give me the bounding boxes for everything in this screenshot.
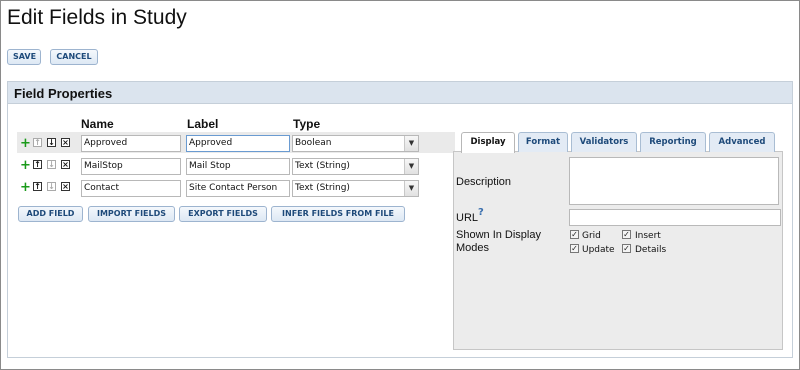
description-textarea[interactable] <box>569 157 779 205</box>
field-type-select[interactable]: Text (String) ▼ <box>292 180 419 197</box>
export-fields-button[interactable]: EXPORT FIELDS <box>179 206 267 222</box>
checkmark-icon: ✓ <box>571 230 578 239</box>
arrow-down-icon[interactable]: ↓ <box>47 138 56 147</box>
update-label: Update <box>582 245 615 255</box>
arrow-up-icon[interactable]: ↑ <box>33 182 42 191</box>
arrow-down-icon: ↓ <box>47 182 56 191</box>
field-label-input[interactable]: Approved <box>186 135 290 152</box>
chevron-down-icon[interactable]: ▼ <box>404 181 418 196</box>
field-type-select[interactable]: Text (String) ▼ <box>292 158 419 175</box>
help-icon[interactable]: ? <box>478 207 484 218</box>
grid-label: Grid <box>582 231 601 241</box>
checkmark-icon: ✓ <box>623 230 630 239</box>
tab-format[interactable]: Format <box>518 132 568 152</box>
insert-label: Insert <box>635 231 661 241</box>
tab-advanced[interactable]: Advanced <box>709 132 775 152</box>
modes-label: Modes <box>456 242 490 254</box>
arrow-up-icon[interactable]: ↑ <box>33 160 42 169</box>
field-name-input[interactable]: Approved <box>81 135 181 152</box>
details-checkbox[interactable]: ✓ <box>622 244 631 253</box>
close-icon[interactable]: × <box>61 160 70 169</box>
column-header-label: Label <box>187 117 219 131</box>
panel-header: Field Properties <box>8 82 792 104</box>
save-button[interactable]: SAVE <box>7 49 41 65</box>
insert-checkbox[interactable]: ✓ <box>622 230 631 239</box>
chevron-down-icon[interactable]: ▼ <box>404 136 418 151</box>
field-type-value: Text (String) <box>295 183 350 193</box>
shown-in-display-label: Shown In Display <box>456 229 541 241</box>
panel-title: Field Properties <box>14 86 113 101</box>
field-label-input[interactable]: Mail Stop <box>186 158 290 175</box>
checkmark-icon: ✓ <box>571 244 578 253</box>
field-type-value: Boolean <box>295 138 332 148</box>
arrow-up-icon: ↑ <box>33 138 42 147</box>
url-input[interactable] <box>569 209 781 226</box>
column-header-name: Name <box>81 117 114 131</box>
import-fields-button[interactable]: IMPORT FIELDS <box>88 206 175 222</box>
tab-display[interactable]: Display <box>461 132 515 153</box>
arrow-down-icon: ↓ <box>47 160 56 169</box>
plus-icon[interactable]: + <box>20 159 31 172</box>
plus-icon[interactable]: + <box>20 181 31 194</box>
url-label: URL <box>456 212 479 224</box>
tab-validators[interactable]: Validators <box>571 132 637 152</box>
tab-reporting[interactable]: Reporting <box>640 132 706 152</box>
field-type-select[interactable]: Boolean ▼ <box>292 135 419 152</box>
close-icon[interactable]: × <box>61 138 70 147</box>
field-name-input[interactable]: MailStop <box>81 158 181 175</box>
chevron-down-icon[interactable]: ▼ <box>404 159 418 174</box>
field-name-input[interactable]: Contact <box>81 180 181 197</box>
description-label: Description <box>456 176 512 188</box>
field-type-value: Text (String) <box>295 161 350 171</box>
field-label-input[interactable]: Site Contact Person <box>186 180 290 197</box>
plus-icon[interactable]: + <box>20 137 31 150</box>
add-field-button[interactable]: ADD FIELD <box>18 206 83 222</box>
page-title: Edit Fields in Study <box>7 6 187 29</box>
close-icon[interactable]: × <box>61 182 70 191</box>
update-checkbox[interactable]: ✓ <box>570 244 579 253</box>
checkmark-icon: ✓ <box>623 244 630 253</box>
column-header-type: Type <box>293 117 321 131</box>
infer-fields-button[interactable]: INFER FIELDS FROM FILE <box>271 206 405 222</box>
details-label: Details <box>635 245 667 255</box>
cancel-button[interactable]: CANCEL <box>50 49 98 65</box>
grid-checkbox[interactable]: ✓ <box>570 230 579 239</box>
